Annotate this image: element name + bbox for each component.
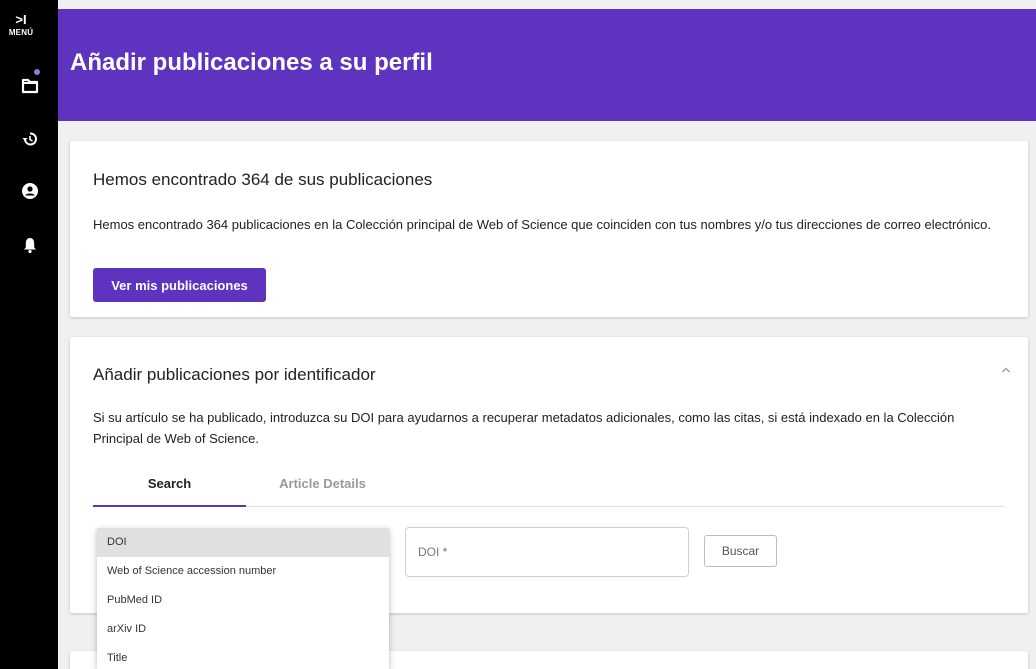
- view-my-publications-button[interactable]: Ver mis publicaciones: [93, 268, 266, 302]
- menu-toggle-button[interactable]: >I MENÚ: [0, 13, 58, 38]
- search-button[interactable]: Buscar: [704, 535, 777, 567]
- notification-dot: [34, 69, 40, 75]
- found-publications-title: Hemos encontrado 364 de sus publicacione…: [93, 170, 433, 189]
- dropdown-option-doi[interactable]: DOI: [97, 528, 389, 557]
- tab-search[interactable]: Search: [93, 471, 246, 507]
- account-icon[interactable]: [21, 182, 39, 200]
- bell-icon[interactable]: [21, 236, 39, 254]
- dropdown-option-wos-accession-number[interactable]: Web of Science accession number: [97, 557, 389, 586]
- page-header: Añadir publicaciones a su perfil: [58, 9, 1036, 121]
- chevron-up-icon[interactable]: [1000, 363, 1012, 375]
- found-publications-description: Hemos encontrado 364 publicaciones en la…: [93, 217, 991, 232]
- identifier-tabs: Search Article Details: [93, 471, 1005, 507]
- dropdown-option-title[interactable]: Title: [97, 644, 389, 669]
- doi-input[interactable]: DOI *: [405, 527, 689, 577]
- sidebar: >I MENÚ: [0, 0, 58, 669]
- add-by-identifier-title: Añadir publicaciones por identificador: [93, 365, 376, 384]
- add-by-identifier-description: Si su artículo se ha publicado, introduz…: [93, 410, 955, 446]
- expand-menu-icon: >I: [15, 12, 27, 27]
- folder-icon[interactable]: [21, 77, 39, 95]
- dropdown-option-arxiv-id[interactable]: arXiv ID: [97, 615, 389, 644]
- dropdown-option-pubmed-id[interactable]: PubMed ID: [97, 586, 389, 615]
- menu-label: MENÚ: [8, 28, 34, 37]
- identifier-type-dropdown: DOI Web of Science accession number PubM…: [97, 528, 389, 669]
- page-title: Añadir publicaciones a su perfil: [70, 49, 433, 76]
- found-publications-card: Hemos encontrado 364 de sus publicacione…: [70, 141, 1028, 317]
- tab-article-details[interactable]: Article Details: [246, 471, 399, 507]
- history-icon[interactable]: [21, 130, 39, 148]
